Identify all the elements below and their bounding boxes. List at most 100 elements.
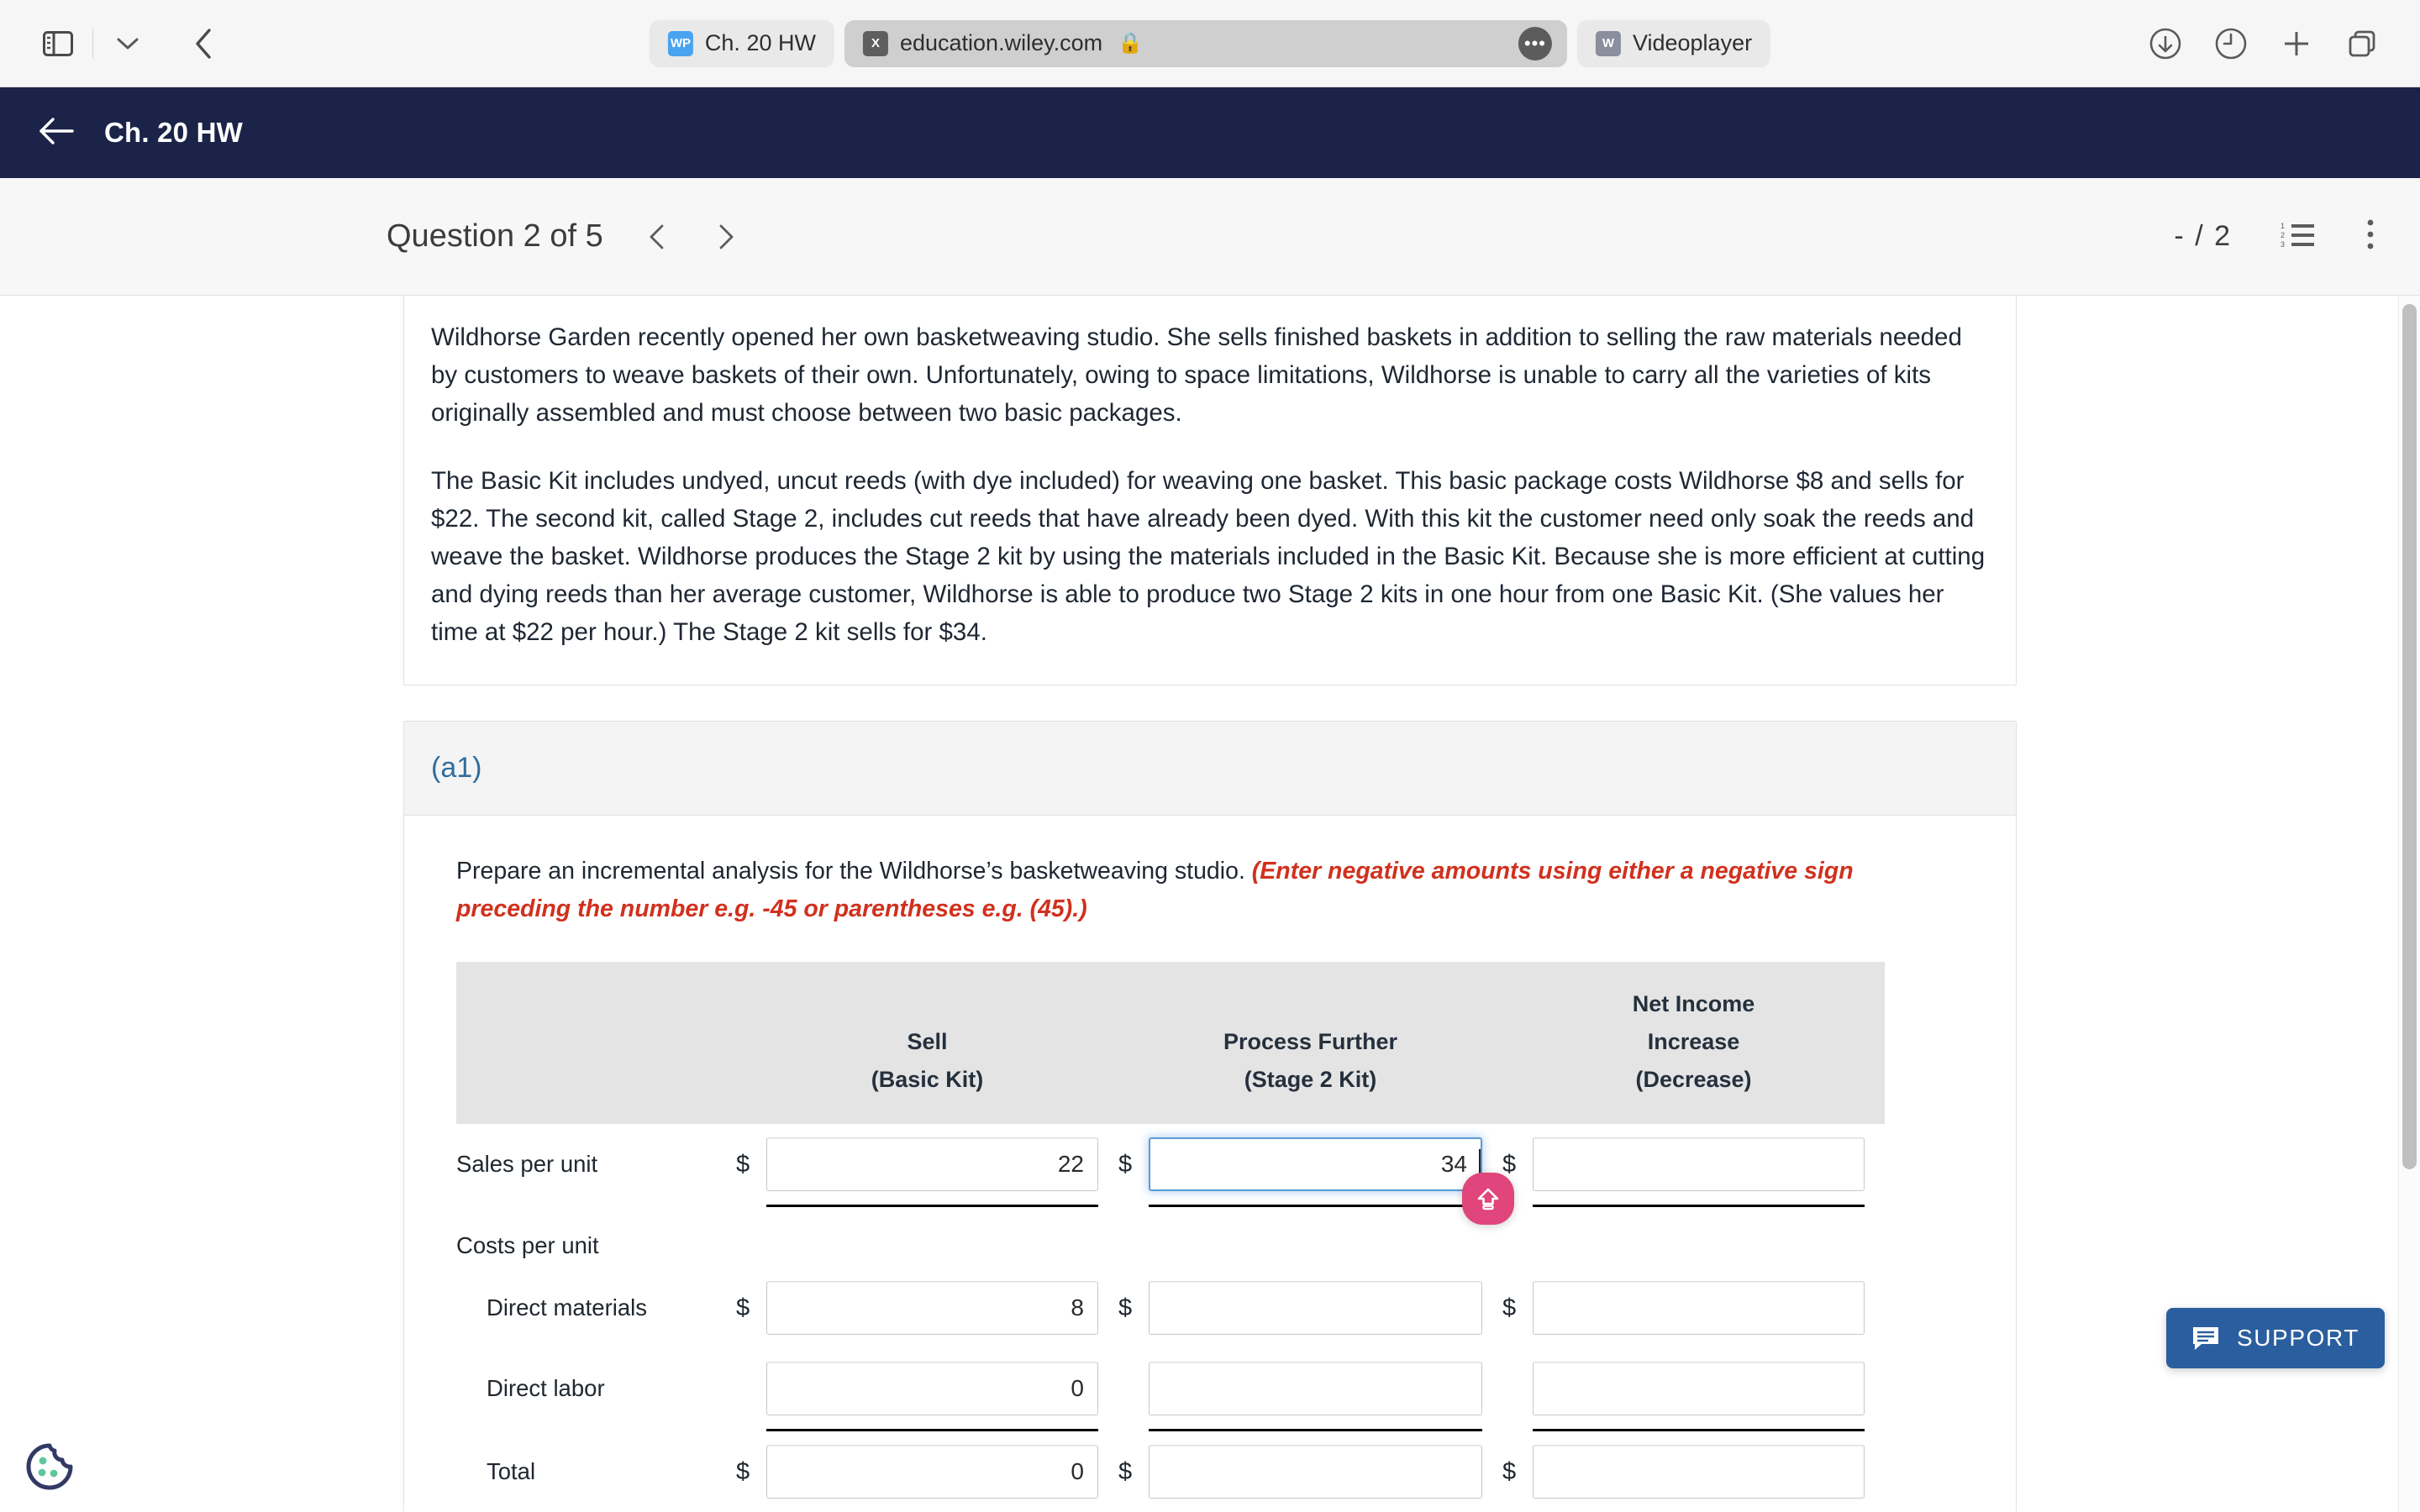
table-row: Direct labor $ $ [456, 1348, 1885, 1429]
downloads-button[interactable] [2139, 18, 2191, 70]
arrow-left-icon [39, 118, 74, 144]
browser-left-controls [32, 18, 229, 70]
table-header-process-further: Process Further (Stage 2 Kit) [1118, 962, 1502, 1124]
tab-favicon-w: W [1595, 30, 1621, 56]
history-clock-icon [2215, 28, 2247, 60]
new-tab-button[interactable] [2270, 18, 2323, 70]
input-total-net-income[interactable] [1533, 1445, 1865, 1499]
tab-group-dropdown-button[interactable] [102, 18, 154, 70]
input-direct-labor-net-income[interactable] [1533, 1362, 1865, 1415]
row-label-costs-per-unit: Costs per unit [456, 1232, 599, 1258]
table-header-blank [456, 962, 736, 1124]
cookie-settings-button[interactable] [24, 1441, 76, 1493]
currency-symbol: $ [736, 1294, 750, 1321]
table-row: Sales per unit $ $ [456, 1124, 1885, 1225]
table-body: Sales per unit $ $ [456, 1124, 1885, 1511]
browser-tab-0[interactable]: WP Ch. 20 HW [649, 19, 834, 67]
tab-title: Videoplayer [1632, 30, 1753, 55]
svg-text:3: 3 [2281, 240, 2285, 249]
question-content-scroll-area: Wildhorse Garden recently opened her own… [0, 296, 2420, 1511]
cell-sales-process: $ [1118, 1124, 1514, 1225]
table-header-net-income: Net Income Increase (Decrease) [1502, 962, 1885, 1124]
tab-title: Ch. 20 HW [704, 30, 816, 55]
input-sales-process-further[interactable] [1149, 1137, 1482, 1191]
row-label-total: Total [487, 1458, 536, 1484]
part-a1-card: (a1) Prepare an incremental analysis for… [403, 721, 2017, 1511]
app-header: Ch. 20 HW [0, 87, 2420, 178]
currency-symbol: $ [1118, 1150, 1133, 1178]
page-scrollbar-thumb[interactable] [2402, 304, 2417, 1169]
currency-symbol: $ [1118, 1457, 1133, 1485]
cell-total-net-income: $ [1502, 1431, 1885, 1511]
sidebar-toggle-button[interactable] [32, 18, 84, 70]
page-scrollbar-track[interactable] [2398, 296, 2420, 1511]
input-sales-net-income[interactable] [1533, 1137, 1865, 1191]
cell-dm-sell: $ [736, 1268, 1118, 1348]
currency-symbol: $ [736, 1150, 750, 1178]
input-direct-labor-process-further[interactable] [1149, 1362, 1482, 1415]
header-line-2: Increase [1647, 1029, 1740, 1054]
chevron-left-icon [196, 28, 211, 59]
input-total-sell[interactable] [766, 1445, 1098, 1499]
input-direct-materials-process-further[interactable] [1149, 1281, 1482, 1335]
instruction-text: Prepare an incremental analysis for the … [456, 858, 1252, 885]
browser-right-controls [2139, 0, 2388, 87]
cell-sales-sell: $ [736, 1124, 1118, 1205]
svg-text:1: 1 [2281, 222, 2285, 230]
question-menu-button[interactable] [2365, 218, 2376, 255]
question-prompt-card: Wildhorse Garden recently opened her own… [403, 296, 2017, 685]
row-label-sales-per-unit: Sales per unit [456, 1151, 598, 1177]
cell-total-sell: $ [736, 1431, 1118, 1511]
part-instruction: Prepare an incremental analysis for the … [456, 853, 1964, 928]
cell-dl-process: $ [1118, 1348, 1502, 1429]
lock-icon: 🔒 [1118, 32, 1143, 55]
support-button-label: SUPPORT [2236, 1325, 2360, 1351]
kebab-menu-icon [2367, 219, 2374, 249]
header-line-3: (Decrease) [1635, 1067, 1752, 1092]
input-direct-materials-sell[interactable] [766, 1281, 1098, 1335]
header-line-3: (Stage 2 Kit) [1244, 1067, 1377, 1092]
cell-dm-process: $ [1118, 1268, 1502, 1348]
browser-tab-2[interactable]: W Videoplayer [1576, 19, 1771, 67]
cell-empty [736, 1207, 1118, 1268]
support-button[interactable]: SUPPORT [2165, 1308, 2385, 1368]
part-header-band: (a1) [404, 722, 2016, 816]
incremental-analysis-table: Sell (Basic Kit) Process Further (Stage … [456, 962, 1885, 1511]
chevron-left-icon [650, 224, 664, 249]
currency-symbol: $ [1502, 1294, 1517, 1321]
table-row: Costs per unit [456, 1207, 1885, 1268]
shift-key-indicator [1462, 1173, 1514, 1225]
svg-text:2: 2 [2281, 231, 2285, 239]
numbered-list-icon: 1 2 3 [2281, 222, 2314, 249]
previous-question-button[interactable] [644, 223, 672, 251]
history-button[interactable] [2205, 18, 2257, 70]
currency-symbol: $ [736, 1457, 750, 1485]
part-body: Prepare an incremental analysis for the … [404, 816, 2016, 1511]
row-label-direct-materials: Direct materials [487, 1294, 648, 1320]
toolbar-divider [92, 28, 93, 59]
browser-tab-1[interactable]: X education.wiley.com 🔒 ••• [844, 19, 1567, 67]
browser-back-button[interactable] [177, 18, 229, 70]
question-navigation [644, 223, 739, 251]
input-total-process-further[interactable] [1149, 1445, 1482, 1499]
question-list-button[interactable]: 1 2 3 [2281, 220, 2316, 253]
input-sales-sell[interactable] [766, 1137, 1098, 1191]
currency-symbol: $ [1118, 1294, 1133, 1321]
next-question-button[interactable] [711, 223, 739, 251]
sidebar-icon [43, 30, 73, 56]
tab-favicon-wp: WP [667, 30, 693, 56]
table-header-row: Sell (Basic Kit) Process Further (Stage … [456, 962, 1885, 1124]
page-title: Ch. 20 HW [104, 117, 243, 148]
tab-more-button[interactable]: ••• [1518, 26, 1552, 60]
tab-overview-button[interactable] [2336, 18, 2388, 70]
browser-toolbar: WP Ch. 20 HW X education.wiley.com 🔒 •••… [0, 0, 2420, 87]
tab-overview-icon [2349, 30, 2375, 57]
tab-strip: WP Ch. 20 HW X education.wiley.com 🔒 •••… [649, 19, 1771, 67]
cell-sales-net-income: $ [1502, 1124, 1885, 1205]
input-direct-labor-sell[interactable] [766, 1362, 1098, 1415]
input-direct-materials-net-income[interactable] [1533, 1281, 1865, 1335]
currency-symbol: $ [1502, 1150, 1517, 1178]
tab-title: education.wiley.com [899, 30, 1103, 55]
app-back-button[interactable] [37, 113, 76, 152]
table-row: Direct materials $ $ [456, 1268, 1885, 1348]
